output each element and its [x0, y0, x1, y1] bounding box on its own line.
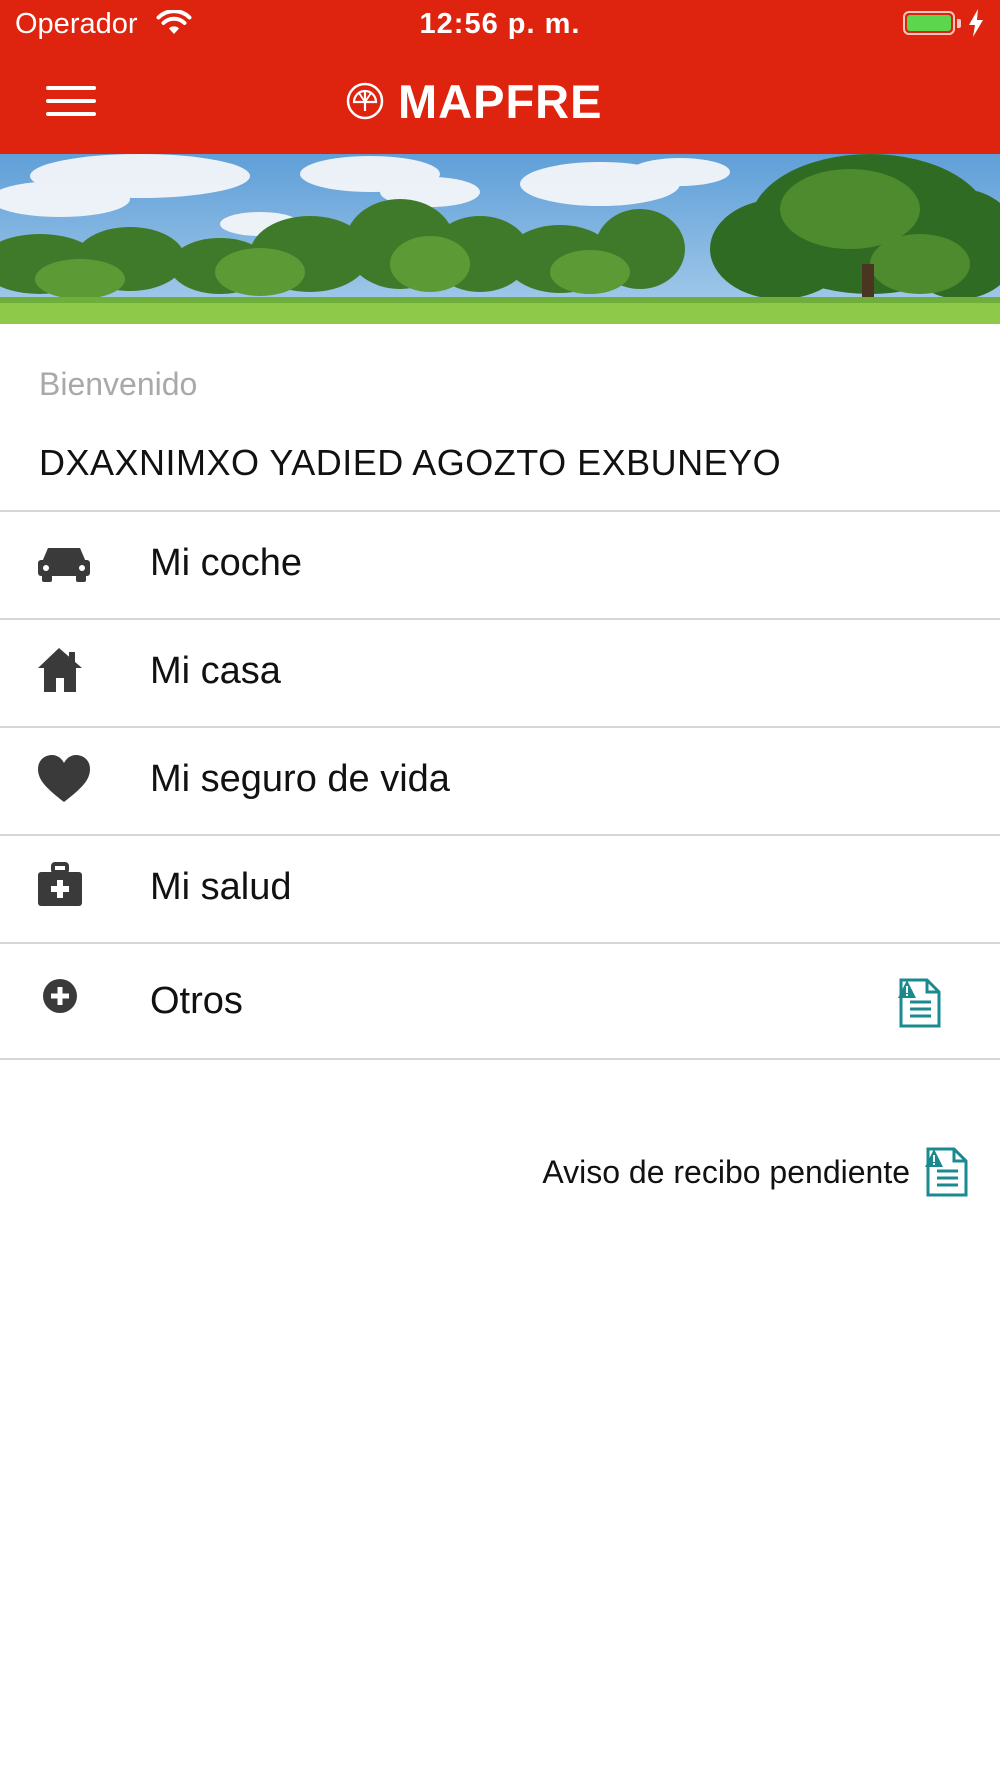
pending-receipt-label: Aviso de recibo pendiente — [542, 1153, 910, 1190]
navigation-bar: MAPFRE — [0, 50, 1000, 154]
menu-item-mi-casa[interactable]: Mi casa — [0, 620, 1000, 726]
menu-item-mi-seguro-de-vida[interactable]: Mi seguro de vida — [0, 728, 1000, 834]
heart-icon — [38, 755, 90, 802]
menu-item-label: Mi coche — [150, 542, 303, 584]
menu-bar-line — [46, 99, 96, 103]
menu-item-mi-salud[interactable]: Mi salud — [0, 836, 1000, 942]
menu-item-label: Mi salud — [150, 866, 292, 908]
status-bar: Operador 12:56 p. m. — [0, 0, 1000, 50]
menu-item-label: Otros — [150, 980, 243, 1022]
menu-item-mi-coche[interactable]: Mi coche — [0, 512, 1000, 618]
hamburger-menu-icon[interactable] — [38, 74, 106, 126]
battery-level — [907, 15, 951, 31]
battery-tip — [957, 19, 961, 28]
house-icon — [38, 648, 82, 692]
landscape-banner — [0, 154, 1000, 324]
pending-receipt-icon — [925, 1147, 968, 1197]
menu-item-otros[interactable]: Otros — [0, 944, 1000, 1058]
charging-bolt-icon — [969, 9, 983, 37]
car-icon — [38, 548, 90, 582]
brand: MAPFRE — [346, 74, 603, 128]
brand-name: MAPFRE — [398, 74, 603, 128]
plus-circle-icon — [43, 979, 77, 1013]
user-name: DXAXNIMXO YADIED AGOZTO EXBUNEYO — [39, 442, 782, 483]
battery-icon — [903, 11, 955, 35]
divider — [0, 1058, 1000, 1060]
medical-kit-icon — [38, 862, 82, 906]
menu-item-label: Mi seguro de vida — [150, 758, 450, 800]
menu-item-label: Mi casa — [150, 650, 281, 692]
menu-bar-line — [46, 86, 96, 90]
welcome-label: Bienvenido — [39, 366, 198, 402]
mapfre-logo-icon — [346, 82, 384, 120]
pending-receipt-notice[interactable]: Aviso de recibo pendiente — [542, 1147, 970, 1197]
menu-bar-line — [46, 112, 96, 116]
pending-receipt-icon[interactable] — [897, 978, 943, 1028]
clock: 12:56 p. m. — [419, 8, 581, 40]
